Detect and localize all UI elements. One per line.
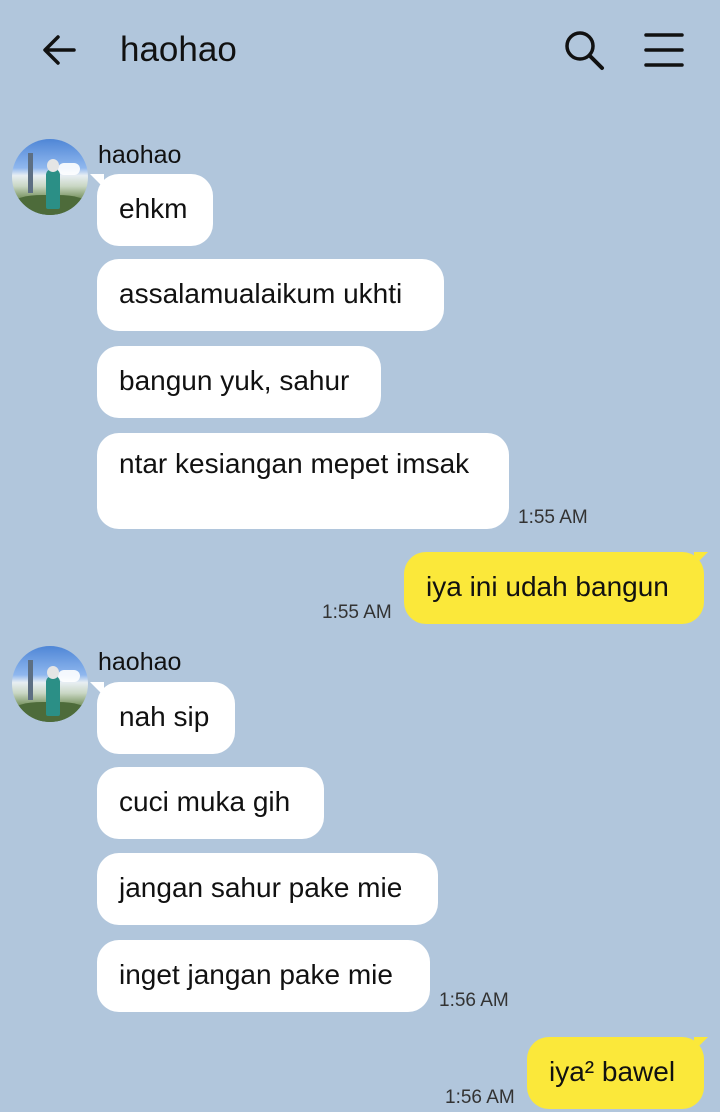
hamburger-menu-icon — [644, 33, 684, 67]
sender-name: haohao — [98, 648, 182, 676]
message-bubble[interactable]: nah sip — [97, 682, 235, 754]
bubble-tail — [694, 552, 708, 566]
message-bubble-outgoing[interactable]: iya² bawel — [527, 1037, 704, 1109]
avatar[interactable] — [12, 139, 88, 215]
menu-button[interactable] — [640, 26, 688, 74]
message-bubble[interactable]: assalamualaikum ukhti — [97, 259, 444, 331]
message-bubble[interactable]: ehkm — [97, 174, 213, 246]
search-icon — [565, 31, 604, 70]
avatar[interactable] — [12, 646, 88, 722]
message-timestamp: 1:56 AM — [445, 1087, 515, 1108]
bubble-tail — [694, 1037, 708, 1051]
message-bubble[interactable]: jangan sahur pake mie — [97, 853, 438, 925]
message-bubble[interactable]: cuci muka gih — [97, 767, 324, 839]
message-bubble-outgoing[interactable]: iya ini udah bangun — [404, 552, 704, 624]
message-bubble[interactable]: ntar kesiangan mepet imsak — [97, 433, 509, 529]
arrow-left-icon — [43, 35, 76, 65]
back-button[interactable] — [38, 28, 82, 72]
message-timestamp: 1:56 AM — [439, 990, 509, 1011]
chat-title: haohao — [120, 30, 237, 69]
sender-name: haohao — [98, 141, 182, 169]
message-timestamp: 1:55 AM — [518, 507, 588, 528]
message-timestamp: 1:55 AM — [322, 602, 392, 623]
message-bubble[interactable]: bangun yuk, sahur — [97, 346, 381, 418]
message-bubble[interactable]: inget jangan pake mie — [97, 940, 430, 1012]
search-button[interactable] — [560, 26, 608, 74]
chat-header: haohao — [0, 0, 720, 100]
